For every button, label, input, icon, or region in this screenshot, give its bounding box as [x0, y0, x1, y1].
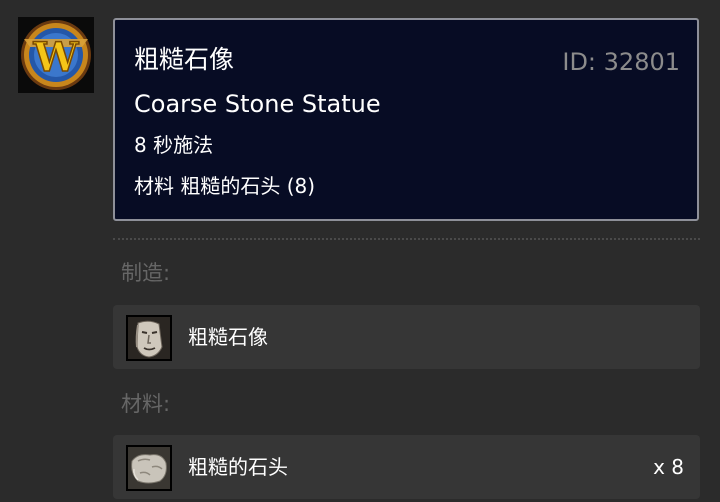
stone-statue-icon [126, 315, 172, 361]
reagents-line: 材料 粗糙的石头 (8) [134, 174, 316, 198]
rough-stone-icon [126, 445, 172, 491]
wow-logo-icon: W [18, 17, 94, 93]
spell-name-cn: 粗糙石像 [134, 45, 235, 74]
material-item-quantity: x 8 [653, 455, 684, 479]
spell-name-en: Coarse Stone Statue [134, 90, 381, 118]
material-item-row[interactable]: 粗糙的石头 x 8 [113, 435, 700, 499]
svg-text:W: W [33, 34, 80, 81]
cast-time: 8 秒施法 [134, 133, 214, 157]
materials-heading: 材料: [121, 392, 171, 416]
spell-id: ID: 32801 [562, 48, 680, 76]
material-item-label: 粗糙的石头 [188, 455, 288, 479]
spell-tooltip: 粗糙石像 ID: 32801 Coarse Stone Statue 8 秒施法… [113, 18, 699, 221]
created-item-label: 粗糙石像 [188, 325, 268, 349]
created-item-row[interactable]: 粗糙石像 [113, 305, 700, 369]
divider [113, 238, 700, 240]
spell-page: W 粗糙石像 ID: 32801 Coarse Stone Statue 8 秒… [0, 0, 720, 502]
creates-heading: 制造: [121, 261, 171, 285]
